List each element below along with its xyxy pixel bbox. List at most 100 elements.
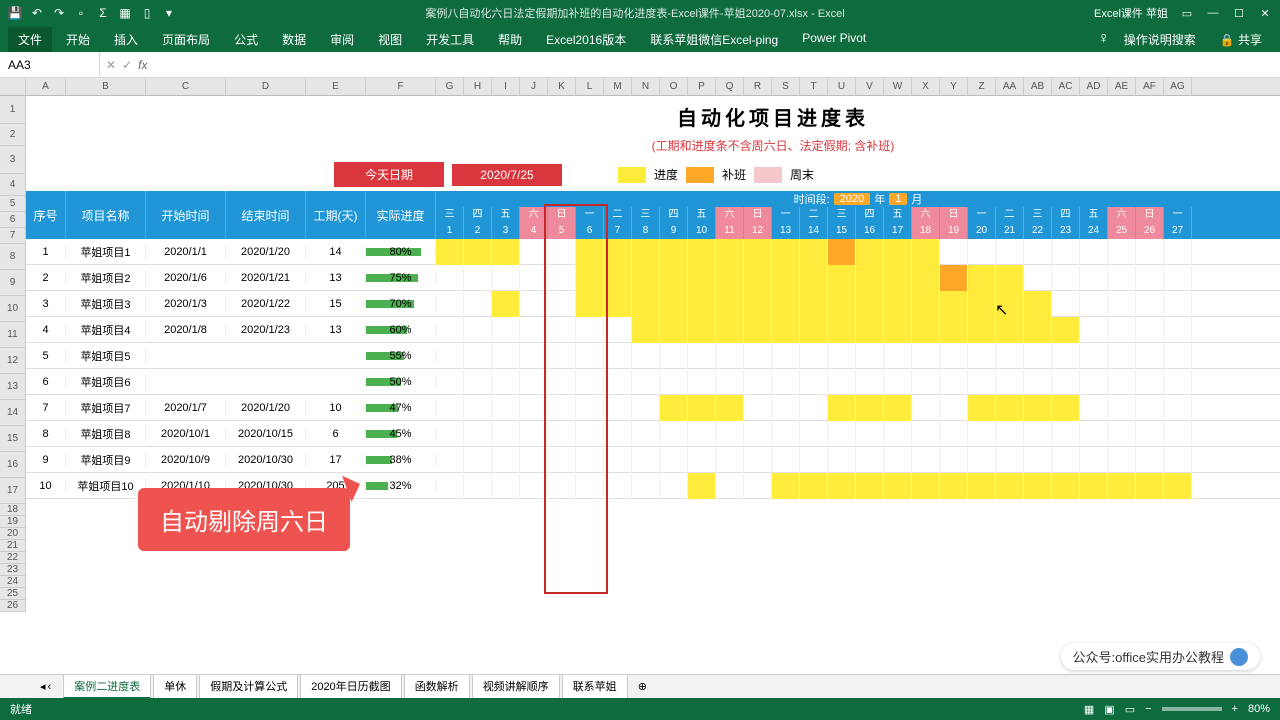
row-header[interactable]: 23 [0,564,26,576]
month-value[interactable]: 1 [889,193,907,205]
sheet-tab[interactable]: 2020年日历截图 [300,674,401,699]
row-header[interactable]: 2 [0,124,26,146]
ribbon-tab[interactable]: 开发工具 [416,27,484,52]
col-header[interactable]: O [660,78,688,95]
col-header[interactable]: AE [1108,78,1136,95]
cancel-icon[interactable]: ✕ [106,58,116,72]
col-header[interactable]: AG [1164,78,1192,95]
zoom-out-icon[interactable]: − [1145,703,1151,715]
row-header[interactable]: 6 [0,212,26,228]
view-normal-icon[interactable]: ▦ [1084,703,1094,716]
search-icon[interactable]: ♀ [1098,30,1110,48]
col-header[interactable]: U [828,78,856,95]
col-header[interactable]: AC [1052,78,1080,95]
tab-nav-first-icon[interactable]: ◂ [40,680,46,693]
ribbon-tab[interactable]: 文件 [8,27,52,52]
view-layout-icon[interactable]: ▣ [1104,703,1114,716]
ribbon-options-icon[interactable]: ▭ [1180,6,1194,20]
sum-icon[interactable]: Σ [96,6,110,20]
ribbon-tab[interactable]: 插入 [104,27,148,52]
table-row[interactable]: 9 苹姐项目9 2020/10/9 2020/10/30 17 38% [26,447,1280,473]
sheet-tab[interactable]: 联系苹姐 [562,674,628,699]
col-header[interactable]: K [548,78,576,95]
ribbon-tab[interactable]: Excel2016版本 [536,27,636,52]
ribbon-tab[interactable]: Power Pivot [792,27,876,52]
col-header[interactable]: F [366,78,436,95]
sheet-tab[interactable]: 函数解析 [404,674,470,699]
redo-icon[interactable]: ↷ [52,6,66,20]
qat-icon[interactable]: ▫ [74,6,88,20]
col-header[interactable]: AB [1024,78,1052,95]
row-header[interactable]: 1 [0,96,26,124]
col-header[interactable]: J [520,78,548,95]
ribbon-tab[interactable]: 审阅 [320,27,364,52]
col-header[interactable]: D [226,78,306,95]
sheet-tab[interactable]: 假期及计算公式 [199,674,298,699]
year-value[interactable]: 2020 [834,193,870,205]
new-sheet-icon[interactable]: ⊕ [638,680,647,693]
sheet-tab[interactable]: 案例二进度表 [63,674,151,699]
ribbon-tab[interactable]: 页面布局 [152,27,220,52]
col-header[interactable]: W [884,78,912,95]
table-row[interactable]: 5 苹姐项目5 55% [26,343,1280,369]
row-header[interactable]: 18 [0,504,26,516]
col-header[interactable]: E [306,78,366,95]
row-header[interactable]: 12 [0,348,26,374]
ribbon-tab[interactable]: 开始 [56,27,100,52]
row-header[interactable]: 5 [0,196,26,212]
table-row[interactable]: 6 苹姐项目6 50% [26,369,1280,395]
table-row[interactable]: 7 苹姐项目7 2020/1/7 2020/1/20 10 47% [26,395,1280,421]
minimize-icon[interactable]: — [1206,6,1220,20]
row-header[interactable]: 3 [0,146,26,174]
col-header[interactable]: AD [1080,78,1108,95]
col-header[interactable]: P [688,78,716,95]
ribbon-tab[interactable]: 公式 [224,27,268,52]
row-header[interactable]: 25 [0,588,26,600]
zoom-in-icon[interactable]: + [1232,703,1238,715]
col-header[interactable]: R [744,78,772,95]
table-row[interactable]: 2 苹姐项目2 2020/1/6 2020/1/21 13 75% [26,265,1280,291]
chart-icon[interactable]: ▯ [140,6,154,20]
undo-icon[interactable]: ↶ [30,6,44,20]
view-break-icon[interactable]: ▭ [1125,703,1135,716]
row-header[interactable]: 4 [0,174,26,196]
row-header[interactable]: 20 [0,528,26,540]
row-header[interactable]: 9 [0,270,26,296]
col-header[interactable]: B [66,78,146,95]
table-icon[interactable]: ▦ [118,6,132,20]
share-button[interactable]: 🔒 共享 [1210,27,1272,52]
save-icon[interactable]: 💾 [8,6,22,20]
ribbon-tab[interactable]: 帮助 [488,27,532,52]
sheet-tab[interactable]: 单休 [153,674,197,699]
worksheet-grid[interactable]: 1234567891011121314151617181920212223242… [0,96,1280,656]
ribbon-tab[interactable]: 视图 [368,27,412,52]
maximize-icon[interactable]: ☐ [1232,6,1246,20]
col-header[interactable]: T [800,78,828,95]
col-header[interactable]: H [464,78,492,95]
zoom-slider[interactable] [1162,707,1222,711]
ribbon-tab[interactable]: 联系苹姐微信Excel-ping [640,27,788,52]
tell-me[interactable]: 操作说明搜索 [1114,27,1206,52]
col-header[interactable]: A [26,78,66,95]
row-header[interactable]: 24 [0,576,26,588]
col-header[interactable]: S [772,78,800,95]
col-header[interactable]: C [146,78,226,95]
col-header[interactable]: M [604,78,632,95]
table-row[interactable]: 8 苹姐项目8 2020/10/1 2020/10/15 6 45% [26,421,1280,447]
table-row[interactable]: 4 苹姐项目4 2020/1/8 2020/1/23 13 60% [26,317,1280,343]
select-all-corner[interactable] [0,78,26,95]
col-header[interactable]: I [492,78,520,95]
name-box[interactable]: AA3 [0,52,100,77]
user-name[interactable]: Excel课件 苹姐 [1094,5,1168,21]
fx-icon[interactable]: fx [138,58,147,72]
col-header[interactable]: G [436,78,464,95]
more-icon[interactable]: ▾ [162,6,176,20]
col-header[interactable]: AA [996,78,1024,95]
row-header[interactable]: 8 [0,244,26,270]
row-header[interactable]: 16 [0,452,26,478]
col-header[interactable]: AF [1136,78,1164,95]
row-header[interactable]: 17 [0,478,26,504]
row-header[interactable]: 15 [0,426,26,452]
row-header[interactable]: 10 [0,296,26,322]
row-header[interactable]: 22 [0,552,26,564]
